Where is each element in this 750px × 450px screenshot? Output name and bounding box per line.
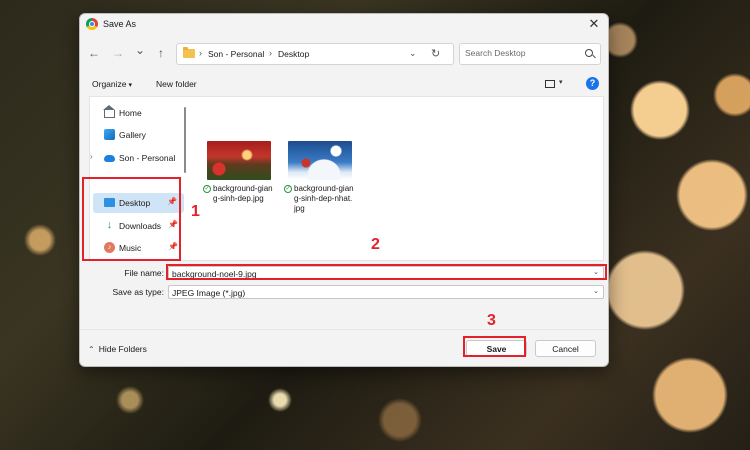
sidebar-item-gallery[interactable]: Gallery	[90, 125, 190, 145]
dialog-title: Save As	[103, 19, 137, 29]
file-thumbnail	[207, 141, 271, 180]
save-as-dialog: Save As ✕ ← → ⌄ ↑ › Son - Personal › Des…	[79, 13, 609, 367]
home-icon	[103, 105, 115, 118]
annotation-number-2: 2	[371, 236, 380, 253]
recent-locations-button[interactable]: ⌄	[132, 42, 148, 58]
sidebar-item-son-personal[interactable]: › Son - Personal	[90, 148, 190, 168]
file-name: background-giang-sinh-dep.jpg	[213, 184, 273, 203]
file-thumbnail	[288, 141, 352, 180]
sidebar-item-label: Gallery	[119, 130, 146, 140]
breadcrumb-son-personal[interactable]: Son - Personal	[208, 49, 264, 59]
sidebar-item-desktop[interactable]: Desktop 📌	[93, 193, 184, 213]
sync-status-icon: ✓	[284, 185, 292, 193]
chevron-down-icon[interactable]: ⌄	[593, 268, 599, 276]
pin-icon[interactable]: 📌	[168, 242, 178, 251]
cancel-button[interactable]: Cancel	[535, 340, 596, 357]
breadcrumb-separator-icon: ›	[269, 48, 272, 58]
save-as-type-label: Save as type:	[112, 287, 164, 297]
desktop-icon	[104, 198, 115, 207]
annotation-number-1: 1	[191, 203, 200, 220]
folder-icon	[183, 47, 195, 58]
file-name: background-giang-sinh-dep-nhat.jpg	[294, 184, 354, 213]
view-options-icon[interactable]	[545, 80, 555, 88]
sidebar-item-label: Desktop	[119, 198, 151, 208]
chevron-down-icon[interactable]: ⌄	[593, 287, 599, 295]
search-box[interactable]	[459, 43, 601, 65]
sidebar-item-label: Music	[119, 243, 142, 253]
chevron-down-icon: ▾	[128, 82, 133, 89]
downloads-icon: ↓	[106, 219, 113, 231]
address-bar[interactable]: › Son - Personal › Desktop ⌄ ↻	[176, 43, 454, 65]
file-name-field[interactable]: ⌄	[168, 266, 604, 280]
chrome-icon	[86, 18, 98, 30]
title-bar: Save As ✕	[80, 14, 608, 36]
pin-icon[interactable]: 📌	[168, 220, 178, 229]
save-button[interactable]: Save	[466, 340, 527, 357]
hide-folders-button[interactable]: ⌃ Hide Folders	[88, 344, 147, 354]
save-as-type-value: JPEG Image (*.jpg)	[172, 288, 246, 298]
sidebar-item-label: Downloads	[119, 221, 162, 231]
breadcrumb-separator-icon: ›	[199, 48, 202, 58]
up-button[interactable]: ↑	[153, 45, 169, 61]
music-icon: ♪	[104, 242, 115, 253]
expand-chevron-icon[interactable]: ›	[90, 152, 93, 161]
dialog-footer: ⌃ Hide Folders Save Cancel	[80, 329, 608, 366]
pin-icon[interactable]: 📌	[167, 197, 177, 206]
annotation-number-3: 3	[487, 312, 496, 329]
navigation-bar: ← → ⌄ ↑ › Son - Personal › Desktop ⌄ ↻	[80, 41, 608, 67]
close-button[interactable]: ✕	[586, 16, 602, 32]
sidebar-scrollbar[interactable]	[184, 107, 186, 173]
refresh-icon[interactable]: ↻	[431, 47, 440, 60]
back-button[interactable]: ←	[86, 45, 102, 61]
sidebar-item-music[interactable]: ♪ Music 📌	[90, 238, 190, 258]
chevron-up-icon: ⌃	[88, 345, 95, 354]
save-as-type-select[interactable]: JPEG Image (*.jpg) ⌄	[168, 285, 604, 299]
file-name-label: File name:	[124, 268, 164, 278]
gallery-icon	[104, 129, 115, 140]
search-input[interactable]	[465, 48, 575, 58]
file-name-input[interactable]	[172, 268, 582, 279]
sidebar-item-label: Home	[119, 108, 142, 118]
help-icon[interactable]: ?	[586, 77, 599, 90]
content-area: Home Gallery › Son - Personal Desktop 📌 …	[89, 96, 604, 261]
sidebar-item-label: Son - Personal	[119, 153, 176, 163]
view-dropdown-icon[interactable]: ▾	[559, 78, 563, 86]
sync-status-icon: ✓	[203, 185, 211, 193]
search-icon[interactable]	[585, 49, 593, 57]
organize-menu[interactable]: Organize ▾	[92, 79, 132, 89]
sidebar-item-downloads[interactable]: ↓ Downloads 📌	[90, 216, 190, 236]
breadcrumb-desktop[interactable]: Desktop	[278, 49, 309, 59]
new-folder-button[interactable]: New folder	[156, 79, 197, 89]
forward-button[interactable]: →	[110, 45, 126, 61]
address-dropdown-icon[interactable]: ⌄	[409, 48, 417, 59]
sidebar-item-home[interactable]: Home	[90, 103, 190, 123]
hide-folders-label: Hide Folders	[98, 344, 147, 354]
organize-label: Organize	[92, 79, 127, 89]
command-toolbar: Organize ▾ New folder ▾ ?	[80, 77, 608, 93]
onedrive-cloud-icon	[104, 155, 115, 162]
navigation-pane: Home Gallery › Son - Personal Desktop 📌 …	[90, 97, 190, 260]
